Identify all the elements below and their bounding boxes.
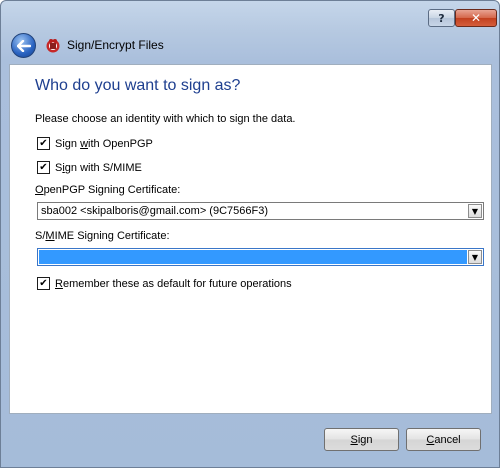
smime-cert-label: S/MIME Signing Certificate:	[35, 230, 170, 242]
sign-openpgp-checkbox-row[interactable]: ✔ Sign with OpenPGP	[37, 137, 153, 150]
kleopatra-app-icon	[46, 39, 60, 53]
openpgp-cert-select[interactable]: sba002 <skipalboris@gmail.com> (9C7566F3…	[37, 202, 484, 220]
back-button[interactable]	[11, 33, 36, 58]
sign-smime-checkbox[interactable]: ✔	[37, 161, 50, 174]
back-arrow-icon	[16, 39, 31, 52]
wizard-title: Sign/Encrypt Files	[67, 38, 164, 52]
smime-cert-select[interactable]: ▼	[37, 248, 484, 266]
remember-default-checkbox[interactable]: ✔	[37, 277, 50, 290]
openpgp-cert-label: OpenPGP Signing Certificate:	[35, 184, 181, 196]
sign-smime-label: Sign with S/MIME	[55, 161, 142, 174]
chevron-down-icon[interactable]: ▼	[468, 250, 482, 264]
sign-button[interactable]: Sign	[324, 428, 399, 451]
wizard-page: Who do you want to sign as? Please choos…	[9, 64, 492, 414]
sign-smime-checkbox-row[interactable]: ✔ Sign with S/MIME	[37, 161, 142, 174]
sign-button-label: Sign	[350, 433, 373, 446]
remember-default-label: Remember these as default for future ope…	[55, 277, 292, 290]
openpgp-cert-value: sba002 <skipalboris@gmail.com> (9C7566F3…	[41, 205, 268, 217]
cancel-button[interactable]: Cancel	[406, 428, 481, 451]
page-heading: Who do you want to sign as?	[35, 77, 241, 94]
chevron-down-icon[interactable]: ▼	[468, 204, 482, 218]
close-icon: ✕	[470, 11, 482, 25]
sign-openpgp-label: Sign with OpenPGP	[55, 137, 153, 150]
title-bar: ? ✕	[1, 1, 499, 29]
instructions-text: Please choose an identity with which to …	[35, 113, 296, 125]
cancel-button-label: Cancel	[426, 433, 461, 446]
smime-cert-value	[39, 250, 467, 264]
help-button[interactable]: ?	[428, 9, 455, 27]
sign-openpgp-checkbox[interactable]: ✔	[37, 137, 50, 150]
help-icon: ?	[438, 11, 445, 25]
close-button[interactable]: ✕	[455, 9, 497, 27]
wizard-window: ? ✕ Sign/Encrypt Files Who do you want t…	[0, 0, 500, 468]
remember-default-checkbox-row[interactable]: ✔ Remember these as default for future o…	[37, 277, 292, 290]
